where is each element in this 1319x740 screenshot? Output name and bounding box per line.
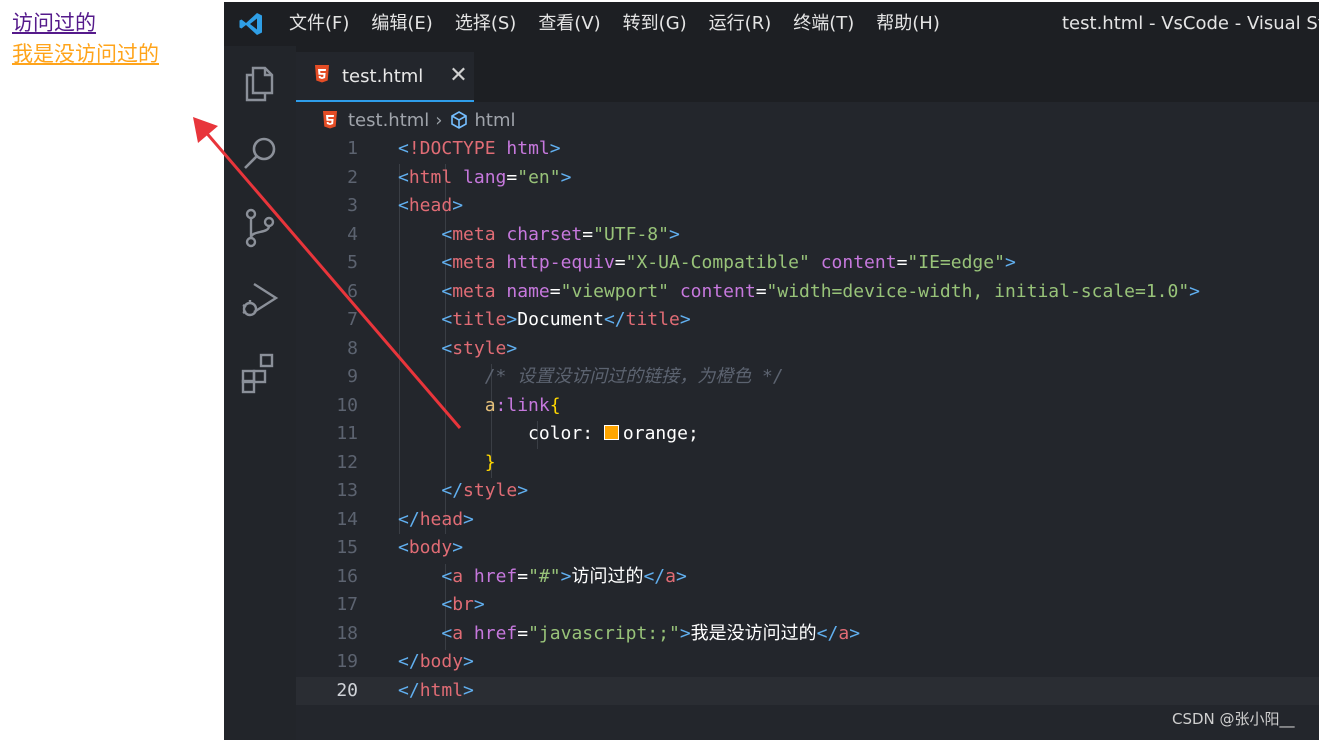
annotation-arrow-icon bbox=[193, 117, 462, 429]
